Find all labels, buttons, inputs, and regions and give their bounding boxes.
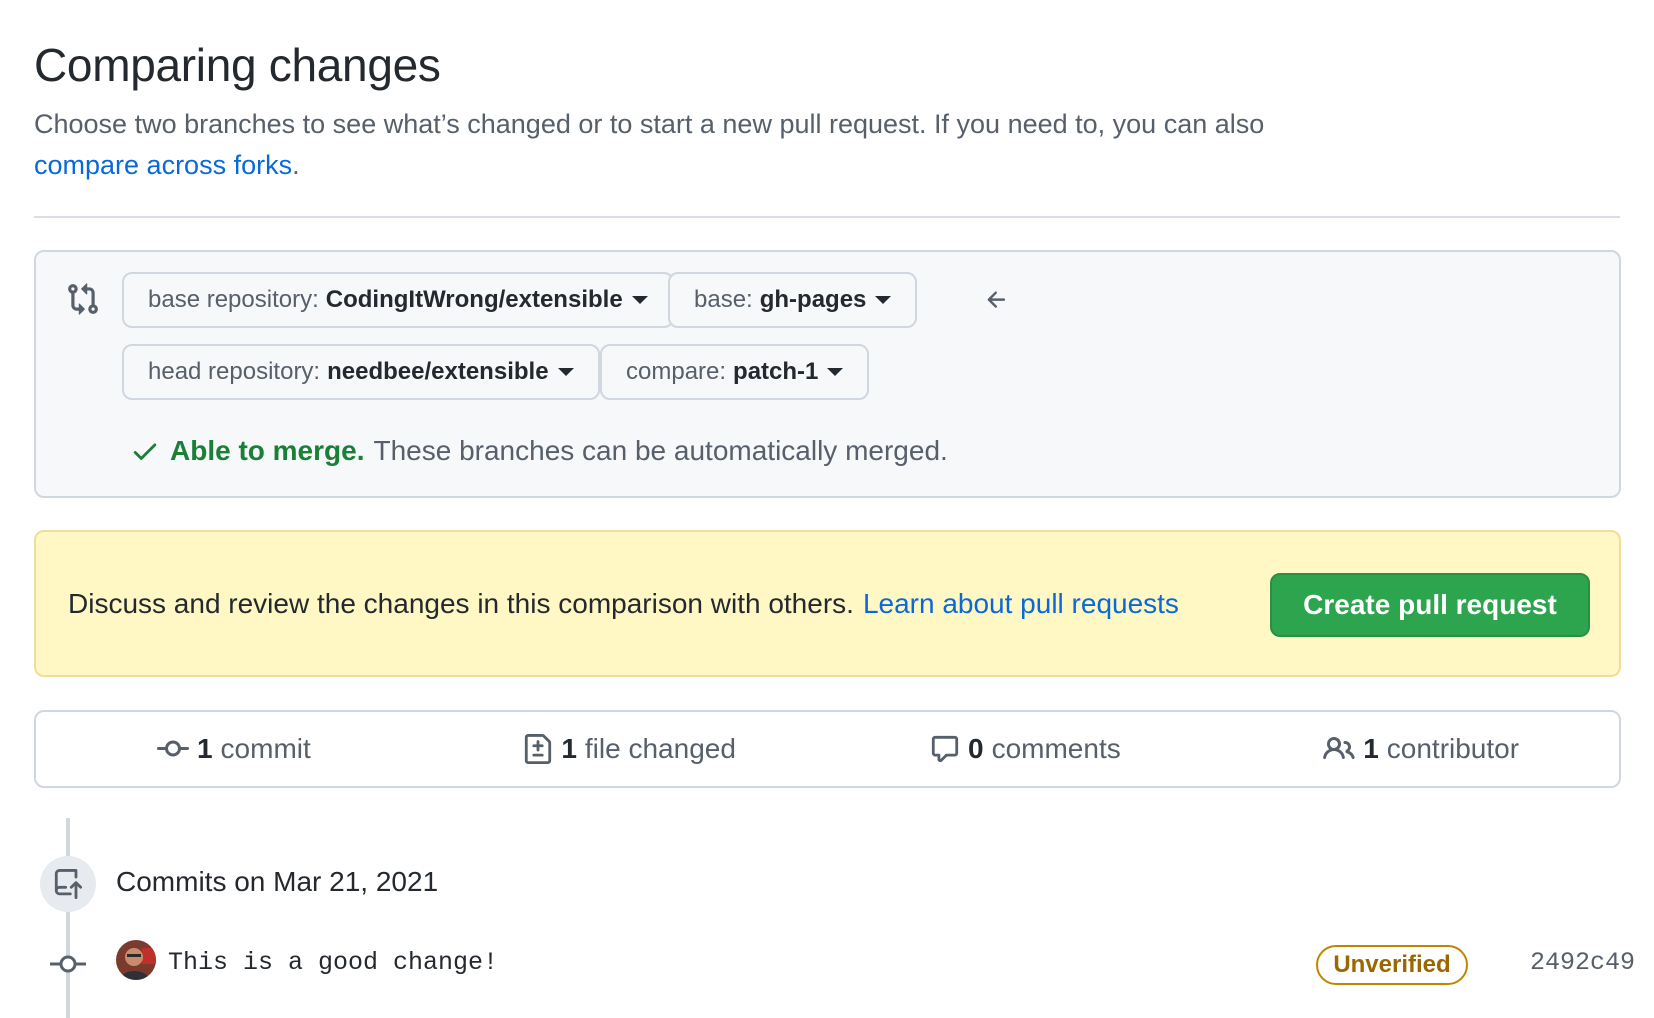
arrow-left-icon [987, 291, 1006, 308]
head-repository-value: needbee/extensible [327, 358, 549, 385]
base-repository-value: CodingItWrong/extensible [325, 286, 623, 313]
create-pull-request-button[interactable]: Create pull request [1270, 573, 1590, 637]
timeline-line [66, 818, 70, 856]
divider [34, 216, 1620, 218]
stat-commits[interactable]: 1 commit [36, 733, 432, 765]
base-branch-select[interactable]: base: gh-pages [668, 272, 918, 328]
pull-request-flash: Discuss and review the changes in this c… [34, 530, 1621, 677]
repo-push-icon [54, 869, 83, 899]
caret-down-icon [557, 368, 574, 376]
compare-across-forks-link[interactable]: compare across forks [34, 150, 292, 180]
compare-branch-select[interactable]: compare: patch-1 [600, 344, 870, 400]
timeline-badge [40, 856, 96, 912]
commit-message-link[interactable]: This is a good change! [168, 948, 498, 977]
stat-commits-count: 1 [196, 733, 213, 764]
avatar-image [116, 940, 156, 980]
stat-contributors[interactable]: 1 contributor [1223, 733, 1619, 765]
commit-icon [156, 740, 189, 757]
stat-files-count: 1 [561, 733, 577, 764]
commits-group-title: Commits on Mar 21, 2021 [116, 866, 439, 897]
stat-comments-label: comments [991, 733, 1121, 764]
comment-icon [931, 735, 959, 763]
stat-contributors-count: 1 [1363, 733, 1379, 764]
flash-text: Discuss and review the changes in this c… [68, 588, 854, 619]
stat-commits-label: commit [220, 733, 311, 764]
head-repository-label: head repository: [148, 358, 321, 385]
compare-stats-bar: 1 commit 1 file changed 0 comments 1 con… [34, 710, 1621, 788]
compare-branch-label: compare: [626, 358, 727, 385]
stat-contributors-label: contributor [1386, 733, 1520, 764]
merge-status-text: These branches can be automatically merg… [373, 435, 948, 466]
caret-down-icon [827, 368, 844, 376]
merge-status: Able to merge. These branches can be aut… [130, 435, 948, 467]
file-diff-icon [525, 734, 552, 764]
base-repository-select[interactable]: base repository: CodingItWrong/extensibl… [122, 272, 674, 328]
commit-icon [50, 955, 86, 973]
git-compare-icon [68, 283, 98, 315]
range-editor: base repository: CodingItWrong/extensibl… [34, 250, 1621, 498]
caret-down-icon [631, 296, 648, 304]
base-branch-value: gh-pages [759, 286, 867, 313]
compare-branch-value: patch-1 [733, 358, 819, 385]
stat-comments-count: 0 [968, 733, 984, 764]
commit-sha-link[interactable]: 2492c49 [1530, 948, 1635, 977]
unverified-badge[interactable]: Unverified [1316, 945, 1468, 985]
base-repository-label: base repository: [148, 286, 319, 313]
description-text: Choose two branches to see what’s change… [34, 109, 1265, 139]
caret-down-icon [875, 296, 892, 304]
page-title: Comparing changes [34, 39, 441, 91]
head-repository-select[interactable]: head repository: needbee/extensible [122, 344, 600, 400]
merge-status-ok: Able to merge. [170, 435, 365, 466]
page-description: Choose two branches to see what’s change… [34, 104, 1454, 186]
people-icon [1323, 736, 1355, 760]
stat-files-changed[interactable]: 1 file changed [432, 733, 828, 765]
avatar[interactable] [116, 940, 156, 980]
learn-about-pull-requests-link[interactable]: Learn about pull requests [863, 588, 1179, 619]
stat-files-label: file changed [584, 733, 736, 764]
flash-message: Discuss and review the changes in this c… [68, 588, 1179, 620]
check-icon [133, 443, 157, 460]
stat-comments[interactable]: 0 comments [828, 733, 1224, 765]
description-suffix: . [292, 150, 300, 180]
base-branch-label: base: [694, 286, 753, 313]
